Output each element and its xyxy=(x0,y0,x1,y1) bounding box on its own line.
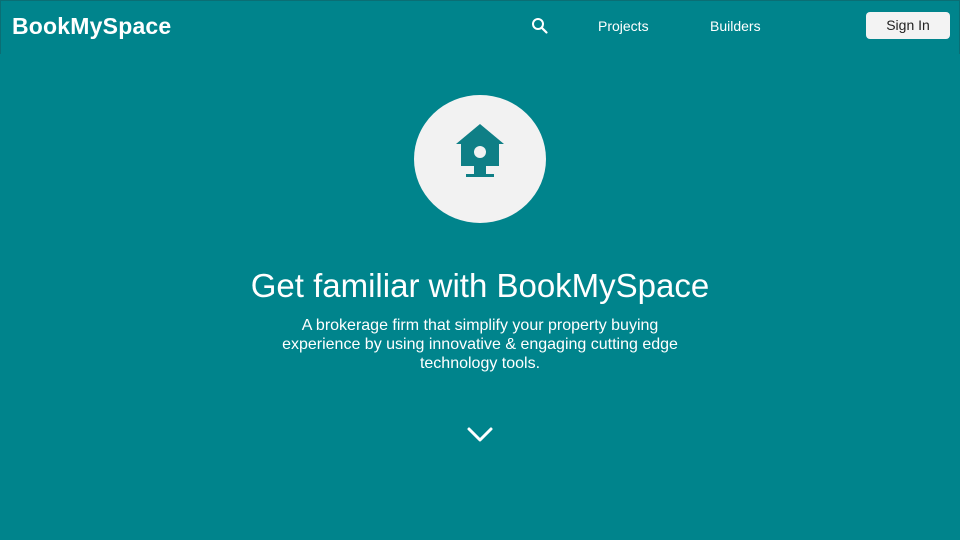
sign-in-button[interactable]: Sign In xyxy=(866,12,950,39)
nav-builders[interactable]: Builders xyxy=(710,18,761,34)
hero-icon-circle xyxy=(414,95,546,223)
search-icon[interactable] xyxy=(531,17,549,35)
brand-logo[interactable]: BookMySpace xyxy=(12,13,171,40)
nav-projects[interactable]: Projects xyxy=(598,18,649,34)
chevron-down-icon[interactable] xyxy=(466,425,494,445)
top-nav-bar: BookMySpace Projects Builders Sign In xyxy=(0,0,960,54)
birdhouse-icon xyxy=(456,124,504,177)
hero-title: Get familiar with BookMySpace xyxy=(250,267,710,304)
hero-subtitle: A brokerage firm that simplify your prop… xyxy=(282,317,678,372)
